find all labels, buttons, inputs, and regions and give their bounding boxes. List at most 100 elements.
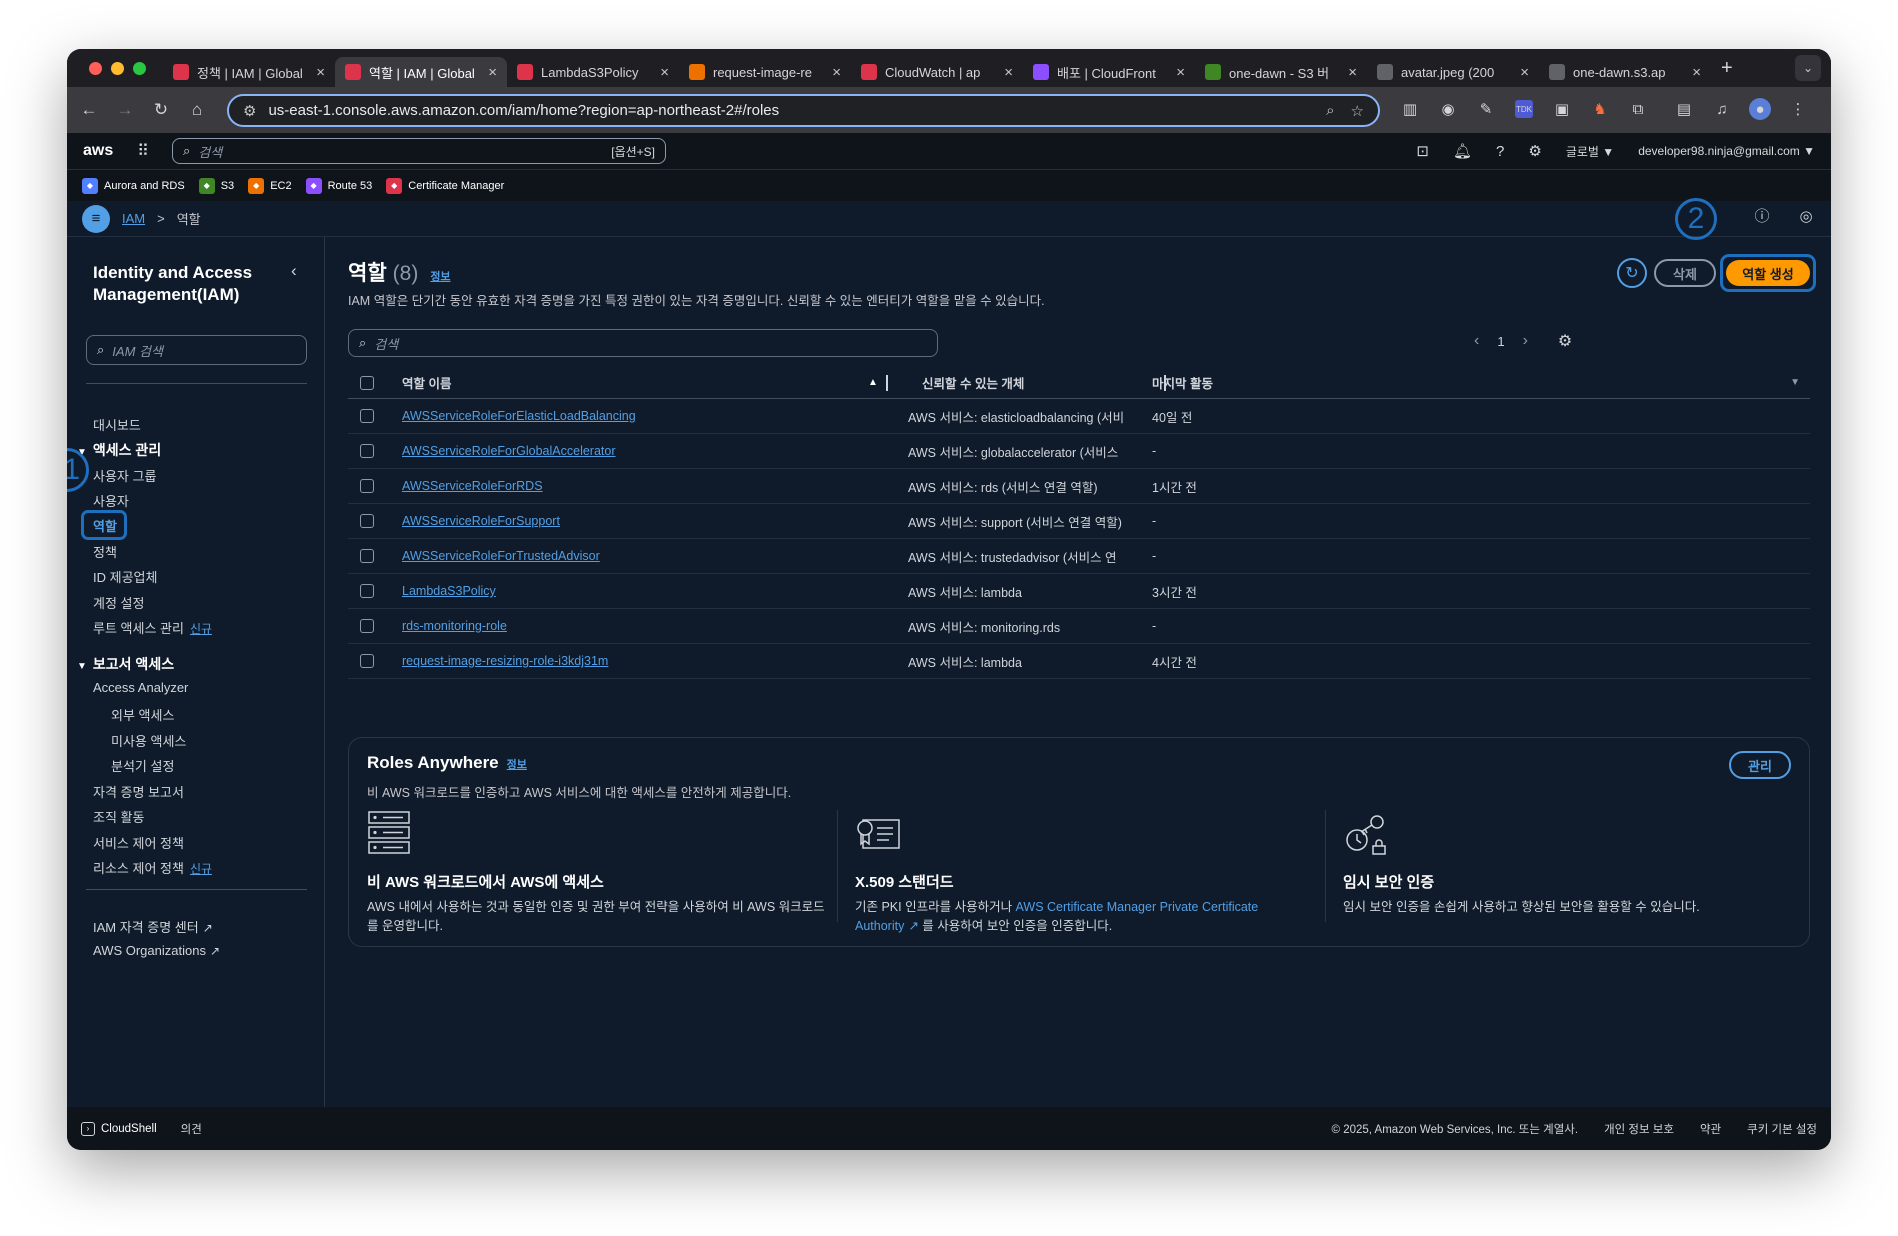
row-checkbox[interactable]	[360, 514, 374, 528]
role-name-link[interactable]: AWSServiceRoleForTrustedAdvisor	[402, 549, 600, 563]
breadcrumb-iam-link[interactable]: IAM	[122, 211, 145, 226]
profile-avatar[interactable]: ●	[1749, 98, 1771, 120]
help-icon[interactable]: ?	[1496, 143, 1504, 160]
aws-logo[interactable]: aws	[67, 142, 123, 160]
settings-gear-icon[interactable]: ⚙	[1528, 142, 1541, 160]
sidebar-item-policies[interactable]: 정책	[93, 542, 117, 561]
services-grid-icon[interactable]: ⠿	[123, 141, 163, 161]
sidebar-item-root-access[interactable]: 루트 액세스 관리 신규	[93, 618, 212, 637]
role-name-link[interactable]: AWSServiceRoleForSupport	[402, 514, 560, 528]
current-page[interactable]: 1	[1497, 334, 1504, 349]
close-window-button[interactable]	[89, 61, 102, 75]
sidebar-item-account-settings[interactable]: 계정 설정	[93, 593, 144, 612]
extension-icon[interactable]: TDK	[1515, 100, 1533, 118]
maximize-window-button[interactable]	[133, 61, 146, 75]
row-checkbox[interactable]	[360, 584, 374, 598]
favorite-service-link[interactable]: ◆ S3	[198, 177, 234, 194]
extension-icon[interactable]: ♞	[1587, 95, 1613, 123]
close-tab-icon[interactable]: ×	[316, 64, 325, 81]
color-picker-icon[interactable]: ✎	[1473, 95, 1499, 123]
sidebar-item-credential-report[interactable]: 자격 증명 보고서	[93, 782, 184, 801]
column-header-role-name[interactable]: 역할 이름	[402, 373, 906, 392]
bookmark-star-icon[interactable]: ☆	[1351, 102, 1364, 120]
sidebar-item-unused-access[interactable]: 미사용 액세스	[111, 731, 186, 750]
sidebar-section-access-management[interactable]: ▼ 액세스 관리	[77, 440, 161, 460]
manage-button[interactable]: 관리	[1729, 751, 1791, 779]
column-resizer[interactable]	[1164, 374, 1166, 391]
cloudshell-button[interactable]: › CloudShell	[81, 1121, 157, 1136]
sidebar-item-rcp[interactable]: 리소스 제어 정책 신규	[93, 858, 212, 877]
select-all-checkbox[interactable]	[360, 375, 374, 390]
sidebar-item-org-activity[interactable]: 조직 활동	[93, 807, 144, 826]
role-name-link[interactable]: AWSServiceRoleForGlobalAccelerator	[402, 444, 616, 458]
next-page-icon[interactable]: ›	[1523, 332, 1528, 350]
close-tab-icon[interactable]: ×	[1348, 64, 1357, 81]
sidebar-item-scp[interactable]: 서비스 제어 정책	[93, 833, 184, 852]
terms-link[interactable]: 약관	[1700, 1121, 1721, 1137]
zoom-icon[interactable]: ⌕	[1326, 102, 1334, 119]
close-tab-icon[interactable]: ×	[488, 64, 497, 81]
minimize-window-button[interactable]	[111, 61, 124, 75]
favorite-service-link[interactable]: ◆ Certificate Manager	[386, 177, 504, 194]
media-control-icon[interactable]: ♫	[1709, 95, 1735, 123]
sidebar-search-input[interactable]: ⌕ IAM 검색	[86, 335, 307, 365]
table-preferences-gear-icon[interactable]: ⚙	[1558, 331, 1572, 351]
hamburger-menu-icon[interactable]: ≡	[82, 204, 110, 233]
browser-tab[interactable]: 정책 | IAM | Global ×	[163, 57, 335, 87]
page-settings-icon[interactable]: ◎	[1795, 207, 1817, 225]
cookie-preferences-link[interactable]: 쿠키 기본 설정	[1747, 1121, 1817, 1137]
role-name-link[interactable]: AWSServiceRoleForElasticLoadBalancing	[402, 409, 636, 423]
browser-tab[interactable]: CloudWatch | ap ×	[851, 57, 1023, 87]
cloudshell-icon[interactable]: ⊡	[1416, 142, 1429, 160]
browser-tab[interactable]: 역할 | IAM | Global ×	[335, 57, 507, 87]
favorite-service-link[interactable]: ◆ EC2	[248, 177, 292, 194]
browser-tab[interactable]: LambdaS3Policy ×	[507, 57, 679, 87]
refresh-button[interactable]: ↻	[1617, 258, 1647, 288]
role-name-link[interactable]: request-image-resizing-role-i3kdj31m	[402, 654, 608, 668]
tab-search-chevron-icon[interactable]: ⌄	[1795, 55, 1821, 81]
extensions-puzzle-icon[interactable]: ⧉	[1625, 95, 1651, 123]
column-header-last-activity[interactable]: 마지막 활동	[1136, 373, 1436, 392]
prev-page-icon[interactable]: ‹	[1474, 332, 1479, 350]
close-tab-icon[interactable]: ×	[1520, 64, 1529, 81]
sidebar-item-analyzer-settings[interactable]: 분석기 설정	[111, 756, 174, 775]
row-checkbox[interactable]	[360, 409, 374, 423]
sidebar-section-reports[interactable]: ▼ 보고서 액세스	[77, 654, 174, 674]
browser-tab[interactable]: one-dawn - S3 버 ×	[1195, 57, 1367, 87]
browser-tab[interactable]: avatar.jpeg (200 ×	[1367, 57, 1539, 87]
column-resizer[interactable]	[886, 374, 888, 391]
close-tab-icon[interactable]: ×	[832, 64, 841, 81]
forward-arrow-icon[interactable]: →	[107, 100, 143, 120]
extension-icon[interactable]: ▥	[1397, 95, 1423, 123]
row-checkbox[interactable]	[360, 619, 374, 633]
browser-tab[interactable]: 배포 | CloudFront ×	[1023, 57, 1195, 87]
region-selector[interactable]: 글로벌 ▼	[1566, 143, 1614, 160]
row-checkbox[interactable]	[360, 654, 374, 668]
info-link[interactable]: 정보	[430, 268, 450, 284]
sidebar-item-users[interactable]: 사용자	[93, 491, 129, 510]
home-icon[interactable]: ⌂	[179, 100, 215, 120]
privacy-link[interactable]: 개인 정보 보호	[1604, 1121, 1674, 1137]
extension-icon[interactable]: ▣	[1549, 95, 1575, 123]
column-options-caret-icon[interactable]: ▼	[1790, 377, 1800, 388]
feedback-link[interactable]: 의견	[181, 1121, 202, 1137]
close-tab-icon[interactable]: ×	[660, 64, 669, 81]
sidebar-item-dashboard[interactable]: 대시보드	[93, 415, 141, 434]
url-bar[interactable]: ⚙ us-east-1.console.aws.amazon.com/iam/h…	[227, 94, 1380, 127]
browser-tab[interactable]: request-image-re ×	[679, 57, 851, 87]
browser-menu-icon[interactable]: ⋮	[1785, 95, 1811, 123]
sidebar-item-access-analyzer[interactable]: Access Analyzer	[93, 680, 188, 695]
favorite-service-link[interactable]: ◆ Route 53	[305, 177, 372, 194]
role-name-link[interactable]: rds-monitoring-role	[402, 619, 507, 633]
sidebar-link-organizations[interactable]: AWS Organizations ↗	[93, 943, 220, 958]
role-name-link[interactable]: AWSServiceRoleForRDS	[402, 479, 543, 493]
sidebar-item-user-groups[interactable]: 사용자 그룹	[93, 466, 156, 485]
info-link[interactable]: 정보	[507, 756, 527, 772]
reload-icon[interactable]: ↻	[143, 100, 179, 120]
close-tab-icon[interactable]: ×	[1692, 64, 1701, 81]
sort-ascending-icon[interactable]: ▲	[868, 377, 878, 388]
favorite-service-link[interactable]: ◆ Aurora and RDS	[82, 177, 185, 194]
row-checkbox[interactable]	[360, 444, 374, 458]
reading-list-icon[interactable]: ▤	[1671, 95, 1697, 123]
roles-search-input[interactable]: ⌕ 검색	[348, 329, 938, 357]
